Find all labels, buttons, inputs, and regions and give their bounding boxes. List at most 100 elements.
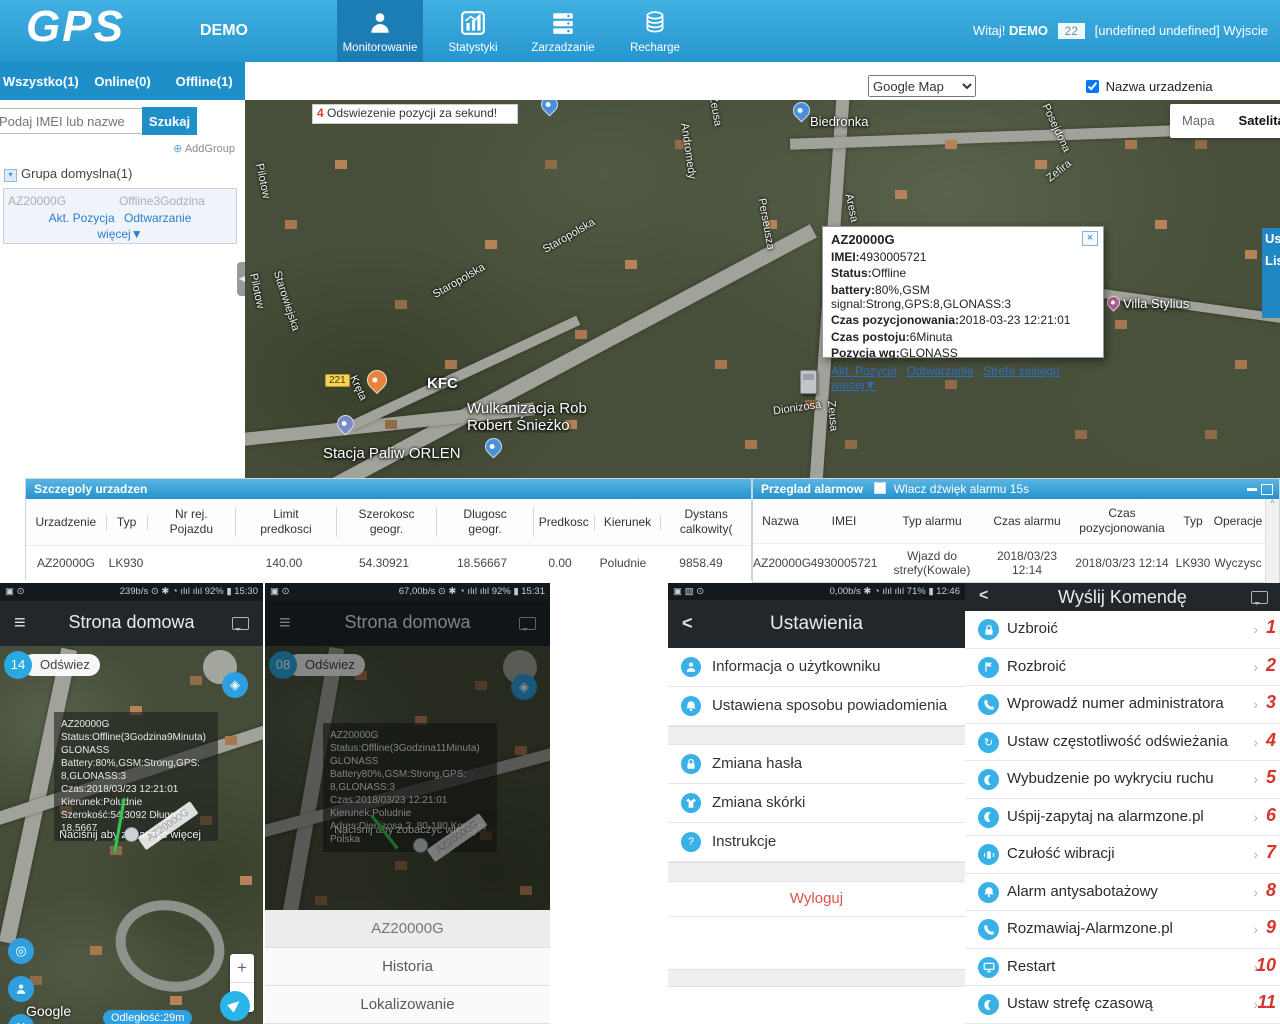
add-group-link[interactable]: ⊕ AddGroup (173, 142, 235, 155)
satellite-mode-button[interactable]: Satelita (1227, 104, 1280, 138)
cmd-rozbroic[interactable]: Rozbroić›2 (965, 649, 1280, 687)
divider (668, 726, 965, 745)
cmd-talk[interactable]: Rozmawiaj-Alarmzone.pl›9 (965, 911, 1280, 949)
col-header: Dystanscalkowity( (661, 507, 751, 537)
popup-odtwarzanie-link[interactable]: Odtwarzanie (906, 364, 973, 378)
page-title: Ustawienia (668, 613, 965, 635)
greeting: Witaj! (973, 23, 1006, 38)
logout-button[interactable]: Wyloguj (668, 882, 965, 917)
nav-monitorowanie[interactable]: Monitorowanie (337, 0, 423, 62)
col-header: Dlugoscgeogr. (437, 507, 534, 537)
support-icon[interactable] (8, 976, 34, 1002)
device-card[interactable]: AZ20000G Offline3Godzina Akt. Pozycja Od… (3, 188, 237, 244)
shirt-icon (681, 793, 701, 813)
nav-recharge[interactable]: Recharge (612, 0, 698, 62)
cmd-uzbroic[interactable]: Uzbroić›1 (965, 611, 1280, 649)
col-header: Predkosc (534, 515, 595, 530)
command-list: Uzbroić›1 Rozbroić›2 Wprowadź numer admi… (965, 611, 1280, 1024)
device-details-panel: Szczegoly urzadzen Urzadzenie Typ Nr rej… (25, 478, 752, 580)
col-header: Czas alarmu (984, 514, 1070, 529)
phone-screenshot-1: ▣ ⊙ 239b/s ⊙ ✱ ◔ ılıl ılıl 92% ▮ 15:30 ≡… (0, 583, 263, 1024)
device-name: AZ20000G (8, 194, 66, 208)
popup-akt-pozycja-link[interactable]: Akt. Pozycja (831, 364, 897, 378)
maximize-icon[interactable] (1261, 484, 1273, 495)
map-mode-button[interactable]: Mapa (1170, 104, 1227, 138)
cmd-restart[interactable]: Restart›10 (965, 949, 1280, 987)
cmd-wake-on-motion[interactable]: Wybudzenie po wykryciu ruchu›5 (965, 761, 1280, 799)
modal-dim-overlay (265, 646, 550, 910)
tab-offline[interactable]: Offline(1) (163, 74, 245, 89)
chat-icon[interactable] (1251, 591, 1268, 604)
street-label: Pilotow (253, 162, 272, 199)
my-location-icon[interactable] (220, 991, 250, 1021)
cmd-vibration-sensitivity[interactable]: Czułość wibracji›7 (965, 836, 1280, 874)
refresh-button[interactable]: Odświez (22, 654, 100, 676)
search-input[interactable] (0, 108, 151, 134)
street-label: Staropolska (431, 261, 487, 300)
cmd-refresh-rate[interactable]: ↻ Ustaw częstotliwość odświeżania›4 (965, 724, 1280, 762)
cmd-tamper-alarm[interactable]: Alarm antysabotażowy›8 (965, 874, 1280, 912)
phone-screenshot-3: ▣ ▨ ⊙ 0,00b/s ✱ ◔ ılıl ılıl 71% ▮ 12:46 … (668, 583, 965, 1024)
device-name-checkbox[interactable] (1086, 80, 1099, 93)
chat-icon[interactable] (232, 617, 249, 630)
cmd-sleep[interactable]: Uśpij-zapytaj na alarmzone.pl›6 (965, 799, 1280, 837)
group-row[interactable]: ▾Grupa domyslna(1) (4, 166, 132, 182)
google-logo: Google (26, 1003, 71, 1019)
menu-item-notifications[interactable]: Ustawiena sposobu powiadomienia (668, 687, 965, 726)
phone-map[interactable]: 14 Odświez ◈ AZ20000GStatus:Offline(3God… (0, 646, 263, 1024)
layers-icon[interactable]: ◈ (222, 672, 248, 698)
map-canvas[interactable]: Staropolska Staropolska Starowiejska Pil… (245, 100, 1280, 478)
menu-item-user-info[interactable]: Informacja o użytkowniku (668, 648, 965, 687)
menu-item-change-password[interactable]: Zmiana hasła (668, 745, 965, 784)
logout-link[interactable]: Wyjscie (1223, 23, 1268, 38)
nav-statystyki[interactable]: Statystyki (430, 0, 516, 62)
akt-pozycja-link[interactable]: Akt. Pozycja (49, 211, 115, 225)
odtwarzanie-link[interactable]: Odtwarzanie (124, 211, 191, 225)
device-name-toggle[interactable]: Nazwa urzadzenia (1082, 77, 1213, 96)
alarm-sound-checkbox[interactable] (874, 482, 886, 494)
col-header: Typ (1174, 514, 1212, 529)
menu-item-change-skin[interactable]: Zmiana skórki (668, 784, 965, 823)
search-button[interactable]: Szukaj (142, 107, 197, 135)
locate-icon[interactable]: ◎ (8, 938, 34, 964)
refresh-counter[interactable]: 14 (4, 651, 32, 679)
tab-wszystko[interactable]: Wszystko(1) (0, 74, 82, 89)
popup-strefa-link[interactable]: Strefa zasiegu (983, 364, 1060, 378)
minimize-icon[interactable] (1247, 488, 1257, 491)
street-label: Zefira (1044, 158, 1074, 185)
poi-wulkanizacja-line2: Robert Śnieżko (467, 417, 570, 434)
marker-dot[interactable] (124, 827, 139, 842)
account-name: DEMO (200, 22, 248, 40)
status-bar: ▣ ▨ ⊙ 0,00b/s ✱ ◔ ılıl ılıl 71% ▮ 12:46 (668, 583, 965, 601)
shop-pin-icon[interactable] (481, 434, 505, 458)
tracker-marker[interactable] (800, 370, 817, 394)
scrollbar[interactable]: ^ (1265, 499, 1279, 584)
moon-icon (978, 807, 999, 828)
tab-online[interactable]: Online(0) (82, 74, 164, 89)
kfc-pin-icon[interactable] (363, 366, 391, 394)
nav-zarzadzanie[interactable]: Zarzadzanie (520, 0, 606, 62)
sheet-historia[interactable]: Historia (265, 948, 550, 986)
poi-villa: Villa Stylius (1123, 296, 1189, 311)
right-panel-tab[interactable]: Us Lis (1262, 228, 1280, 318)
close-icon[interactable]: × (1082, 231, 1098, 246)
wyczysc-action[interactable]: Wyczysc (1212, 556, 1264, 570)
welcome-extra: [undefined undefined] (1095, 23, 1220, 38)
alarm-row[interactable]: AZ20000G 4930005721 Wjazd do strefy(Kowa… (753, 543, 1279, 582)
map-provider-select[interactable]: Google Map (868, 75, 976, 97)
zoom-in-button[interactable]: + (230, 954, 254, 983)
table-row[interactable]: AZ20000G LK930 140.00 54.30921 18.56667 … (26, 545, 751, 580)
phone-icon (978, 919, 999, 940)
menu-item-instructions[interactable]: ? Instrukcje (668, 823, 965, 862)
street-label: Zeusa (825, 400, 840, 432)
cmd-admin-number[interactable]: Wprowadź numer administratora›3 (965, 686, 1280, 724)
sidebar-collapse-handle[interactable]: ◀ (237, 262, 247, 296)
popup-wiecej-link[interactable]: wiecej▼ (831, 378, 876, 392)
alarm-panel-title: Przeglad alarmow (761, 482, 863, 496)
sheet-lokalizowanie[interactable]: Lokalizowanie (265, 986, 550, 1024)
wiecej-link[interactable]: więcej▼ (97, 227, 142, 241)
lock-icon (681, 754, 701, 774)
col-header: IMEI (808, 514, 880, 529)
cmd-timezone[interactable]: Ustaw strefę czasową›11 (965, 986, 1280, 1024)
poi-wulkanizacja-line1: Wulkanizacja Rob (467, 400, 587, 417)
